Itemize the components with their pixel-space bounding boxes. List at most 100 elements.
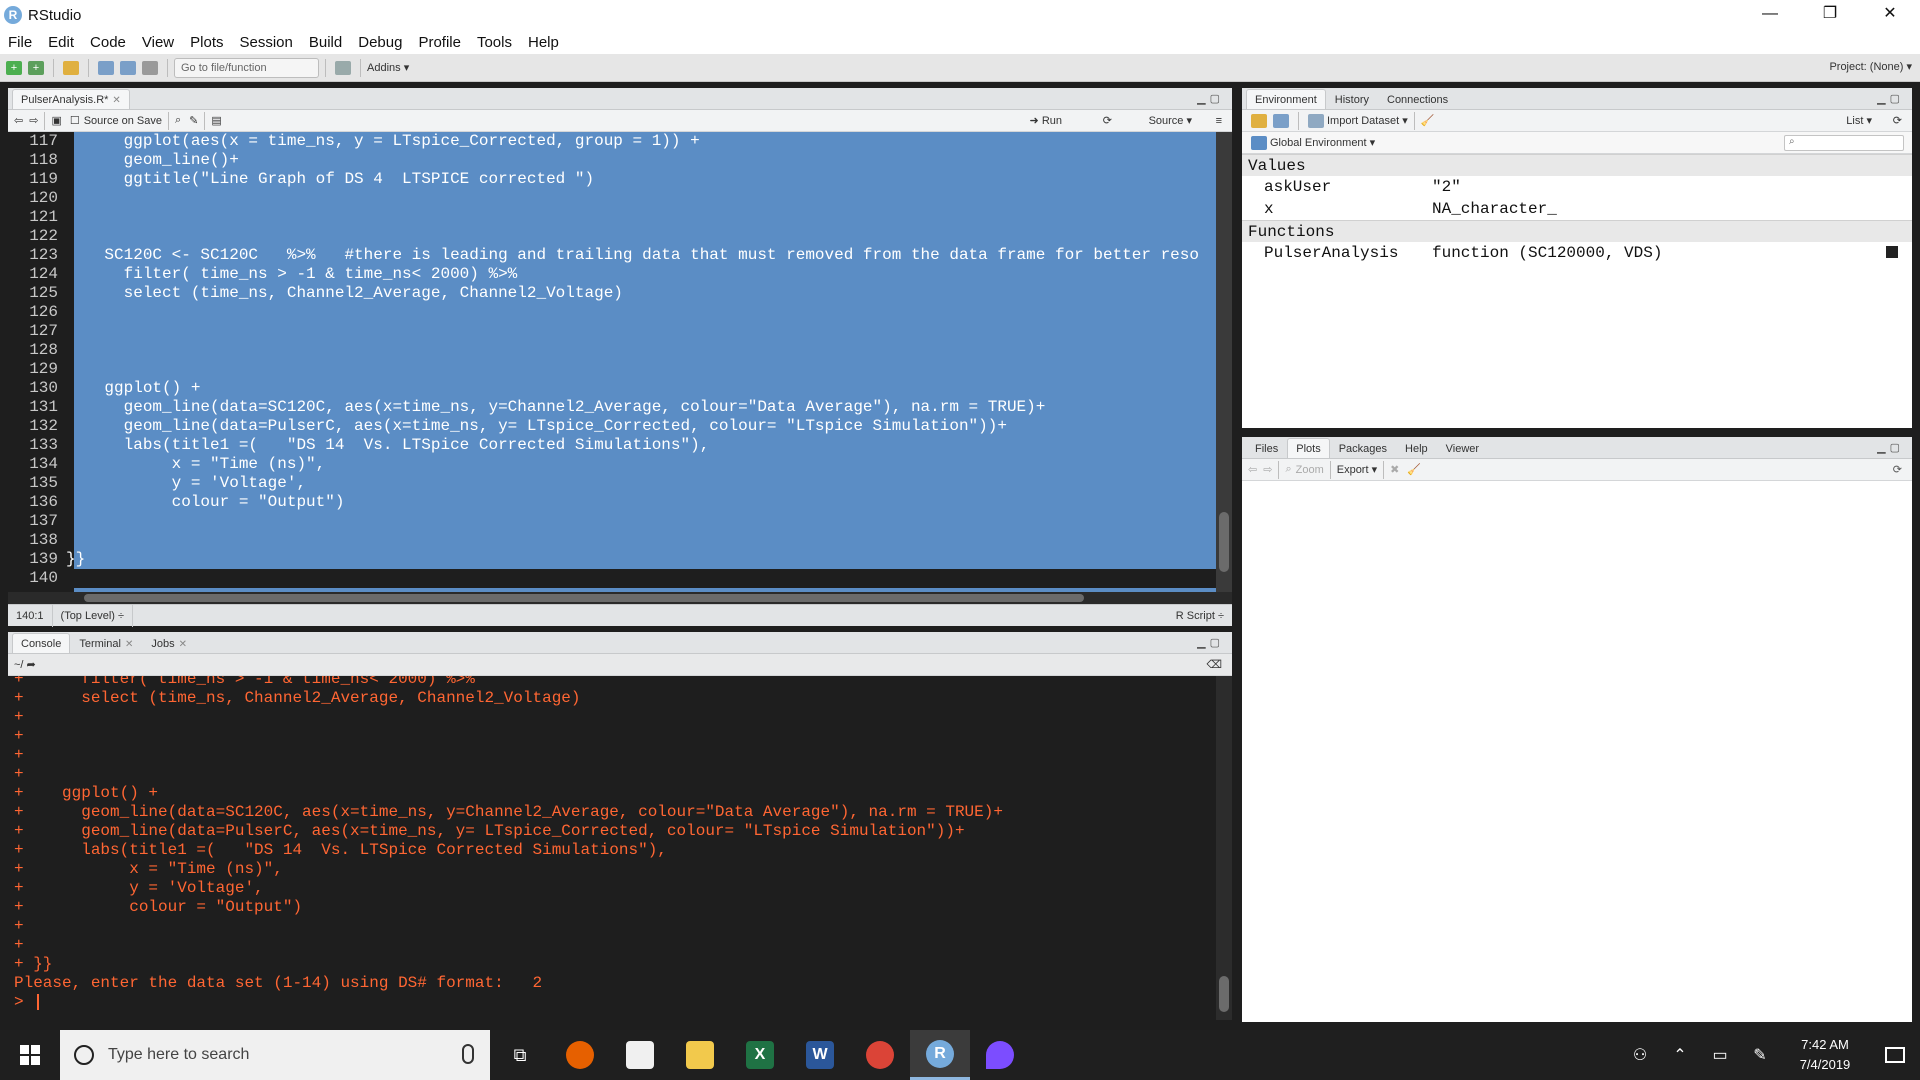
addins-menu[interactable]: Addins ▾ — [367, 61, 409, 74]
taskbar-search-box[interactable]: Type here to search — [60, 1030, 490, 1080]
clear-console-icon[interactable]: ⌫ — [1206, 658, 1222, 671]
close-tab-icon[interactable]: ✕ — [112, 95, 120, 106]
scroll-thumb[interactable] — [1219, 512, 1229, 572]
menu-help[interactable]: Help — [520, 34, 567, 51]
console-output[interactable]: + filter( time_ns > -1 & time_ns< 2000) … — [8, 676, 1216, 1020]
source-button[interactable]: Source ▾ — [1149, 114, 1192, 127]
import-dataset-icon[interactable] — [1308, 113, 1324, 128]
env-variable-row[interactable]: x NA_character_ — [1242, 198, 1912, 220]
scroll-thumb[interactable] — [1219, 976, 1229, 1012]
forward-arrow-icon[interactable]: ⇨ — [29, 114, 38, 127]
environment-scope-selector[interactable]: Global Environment ▾ — [1270, 136, 1375, 149]
restore-button[interactable]: ❐ — [1800, 0, 1860, 30]
back-arrow-icon[interactable]: ⇦ — [14, 114, 23, 127]
action-center-button[interactable] — [1870, 1030, 1920, 1080]
open-folder-icon[interactable] — [63, 60, 79, 75]
env-function-row[interactable]: PulserAnalysis function (SC120000, VDS) — [1242, 242, 1912, 264]
zoom-button[interactable]: Zoom — [1296, 464, 1324, 476]
next-plot-icon[interactable]: ⇨ — [1263, 463, 1272, 476]
menu-code[interactable]: Code — [82, 34, 134, 51]
clear-plots-icon[interactable]: 🧹 — [1407, 463, 1421, 476]
taskbar-excel[interactable]: X — [730, 1030, 790, 1080]
taskbar-word[interactable]: W — [790, 1030, 850, 1080]
list-view-selector[interactable]: List ▾ — [1846, 114, 1872, 127]
scope-selector[interactable]: (Top Level) ÷ — [53, 604, 134, 627]
tab-help[interactable]: Help — [1396, 438, 1437, 458]
people-icon[interactable]: ⚇ — [1620, 1045, 1660, 1065]
save-icon[interactable]: ▣ — [51, 114, 61, 127]
new-file-icon[interactable]: + — [6, 60, 22, 75]
tab-viewer[interactable]: Viewer — [1437, 438, 1488, 458]
pane-window-controls[interactable]: ▁▢ — [1877, 441, 1904, 454]
editor-horizontal-scrollbar[interactable] — [74, 592, 1216, 604]
menu-view[interactable]: View — [134, 34, 182, 51]
pane-window-controls[interactable]: ▁▢ — [1197, 92, 1224, 105]
tab-history[interactable]: History — [1326, 89, 1378, 109]
tab-packages[interactable]: Packages — [1330, 438, 1396, 458]
save-all-icon[interactable] — [120, 60, 136, 75]
menu-edit[interactable]: Edit — [40, 34, 82, 51]
file-type-selector[interactable]: R Script ÷ — [1176, 610, 1224, 622]
menu-debug[interactable]: Debug — [350, 34, 410, 51]
menu-build[interactable]: Build — [301, 34, 350, 51]
project-menu[interactable]: Project: (None) ▾ — [1829, 60, 1912, 73]
wand-icon[interactable]: ✎ — [189, 114, 198, 127]
environment-search-input[interactable]: ⌕ — [1784, 135, 1904, 151]
remove-plot-icon[interactable]: ✖ — [1390, 463, 1399, 476]
taskbar-rstudio[interactable]: R — [910, 1030, 970, 1080]
tab-pulseranalysis[interactable]: PulserAnalysis.R* ✕ — [12, 89, 130, 109]
menu-file[interactable]: File — [0, 34, 40, 51]
tab-connections[interactable]: Connections — [1378, 89, 1457, 109]
tab-console[interactable]: Console — [12, 633, 71, 653]
taskbar-firefox[interactable] — [550, 1030, 610, 1080]
microphone-icon[interactable] — [462, 1044, 474, 1064]
scroll-thumb[interactable] — [84, 594, 1084, 602]
close-tab-icon[interactable]: ✕ — [125, 639, 133, 650]
search-icon[interactable]: ⌕ — [175, 114, 181, 127]
outline-icon[interactable]: ≡ — [1216, 115, 1222, 127]
close-button[interactable]: ✕ — [1860, 0, 1920, 30]
tab-jobs[interactable]: Jobs ✕ — [142, 633, 196, 653]
battery-icon[interactable]: ▭ — [1700, 1045, 1740, 1065]
pane-window-controls[interactable]: ▁▢ — [1877, 92, 1904, 105]
broom-icon[interactable]: 🧹 — [1421, 114, 1435, 127]
run-button[interactable]: ➜ Run — [1030, 114, 1062, 127]
go-to-file-input[interactable]: Go to file/function — [174, 57, 319, 78]
view-function-icon[interactable] — [1886, 246, 1898, 258]
pane-window-controls[interactable]: ▁▢ — [1197, 636, 1224, 649]
source-on-save-checkbox[interactable]: ☐ — [70, 114, 80, 127]
start-button[interactable] — [0, 1030, 60, 1080]
env-variable-row[interactable]: askUser "2" — [1242, 176, 1912, 198]
tab-terminal[interactable]: Terminal ✕ — [70, 633, 142, 653]
pen-icon[interactable]: ✎ — [1740, 1045, 1780, 1065]
tab-plots[interactable]: Plots — [1287, 438, 1330, 458]
save-workspace-icon[interactable] — [1273, 113, 1289, 128]
print-icon[interactable] — [142, 60, 158, 75]
grid-layout-icon[interactable] — [335, 60, 351, 75]
save-icon[interactable] — [98, 60, 114, 75]
clock[interactable]: 7:42 AM 7/4/2019 — [1780, 1035, 1870, 1075]
task-view-button[interactable]: ⧉ — [490, 1030, 550, 1080]
minimize-button[interactable]: — — [1740, 0, 1800, 30]
show-hidden-icons-chevron-icon[interactable]: ⌃ — [1660, 1045, 1700, 1065]
taskbar-store[interactable] — [610, 1030, 670, 1080]
menu-session[interactable]: Session — [232, 34, 301, 51]
console-vertical-scrollbar[interactable] — [1216, 676, 1232, 1020]
rerun-icon[interactable]: ⟳ — [1103, 114, 1112, 127]
tab-files[interactable]: Files — [1246, 438, 1287, 458]
taskbar-maps[interactable] — [970, 1030, 1030, 1080]
menu-profile[interactable]: Profile — [410, 34, 469, 51]
editor-vertical-scrollbar[interactable] — [1216, 132, 1232, 592]
export-button[interactable]: Export ▾ — [1337, 463, 1377, 476]
close-tab-icon[interactable]: ✕ — [179, 639, 187, 650]
refresh-icon[interactable]: ⟳ — [1893, 463, 1902, 476]
menu-tools[interactable]: Tools — [469, 34, 520, 51]
taskbar-chrome[interactable] — [850, 1030, 910, 1080]
menu-plots[interactable]: Plots — [182, 34, 231, 51]
code-editor[interactable]: 117 ggplot(aes(x = time_ns, y = LTspice_… — [8, 132, 1216, 592]
new-project-icon[interactable]: + — [28, 60, 44, 75]
previous-plot-icon[interactable]: ⇦ — [1248, 463, 1257, 476]
working-directory[interactable]: ~/ ➦ — [14, 658, 36, 671]
tab-environment[interactable]: Environment — [1246, 89, 1326, 109]
zoom-icon[interactable]: ⌕ — [1285, 463, 1291, 476]
